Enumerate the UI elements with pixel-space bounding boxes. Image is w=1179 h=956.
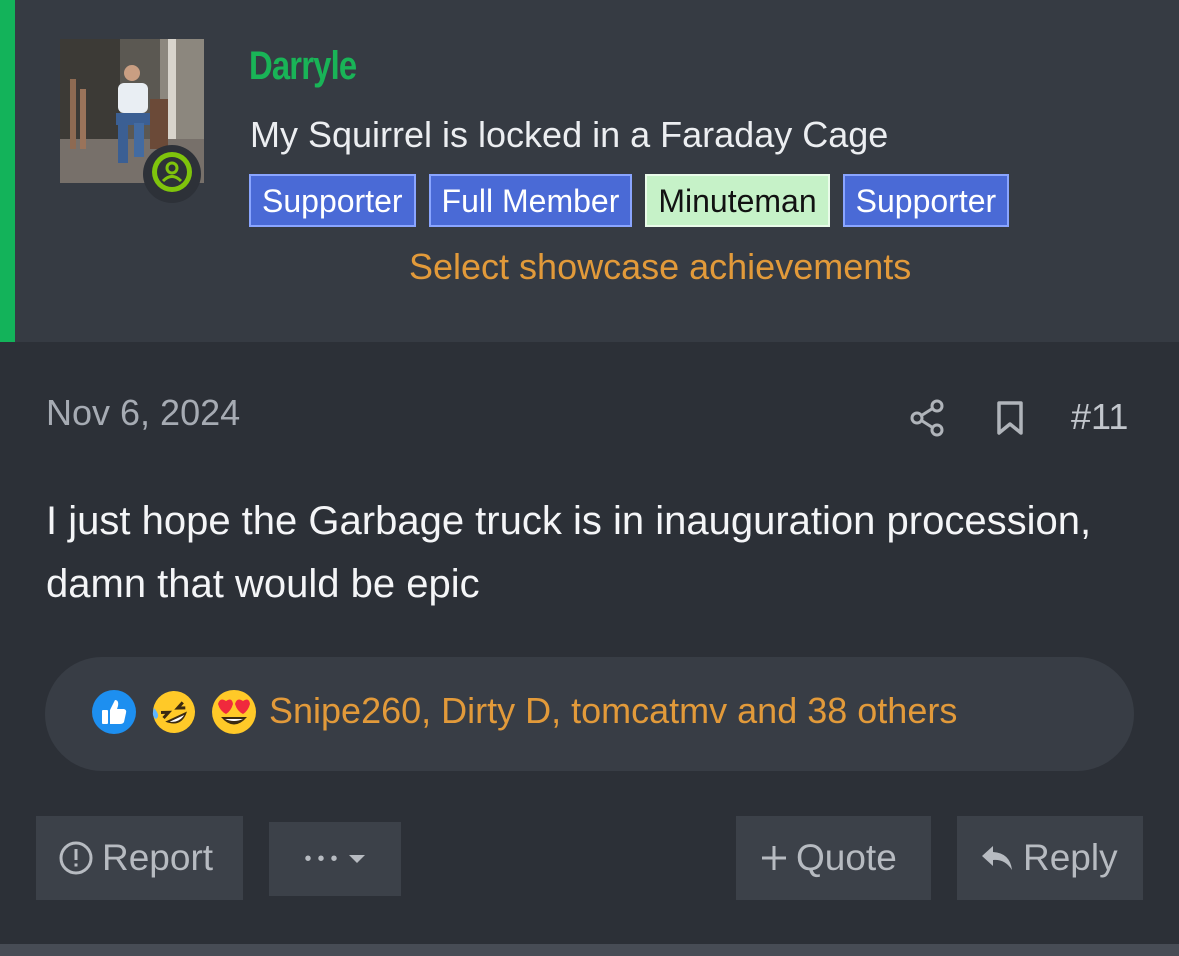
user-banners: Supporter Full Member Minuteman Supporte…: [249, 174, 1010, 227]
quote-label: Quote: [796, 837, 897, 878]
rofl-emoji-icon: [150, 688, 210, 736]
online-status-badge: [143, 145, 201, 203]
plus-icon: [760, 844, 788, 872]
heart-eyes-emoji-icon: [210, 688, 270, 736]
post-date[interactable]: Nov 6, 2024: [46, 392, 240, 434]
post-number[interactable]: #11: [1071, 396, 1128, 438]
banner-supporter: Supporter: [249, 174, 416, 227]
reaction-icons: [90, 688, 270, 736]
report-label: Report: [102, 837, 214, 878]
more-label: •••: [304, 847, 344, 870]
bookmark-icon[interactable]: [995, 400, 1025, 441]
select-showcase-link[interactable]: Select showcase achievements: [409, 246, 911, 288]
bottom-divider: [0, 944, 1179, 956]
reply-button[interactable]: Reply: [957, 816, 1143, 900]
caret-down-icon: [348, 853, 366, 865]
banner-minuteman: Minuteman: [645, 174, 830, 227]
accent-bar: [0, 0, 15, 342]
user-title: My Squirrel is locked in a Faraday Cage: [250, 114, 889, 155]
quote-button[interactable]: Quote: [736, 816, 931, 900]
username[interactable]: Darryle: [249, 44, 357, 89]
post-body: I just hope the Garbage truck is in inau…: [46, 499, 1092, 606]
alert-circle-icon: [58, 840, 94, 876]
more-options-button[interactable]: •••: [269, 822, 401, 896]
report-button[interactable]: Report: [36, 816, 243, 900]
banner-full-member: Full Member: [428, 174, 633, 227]
user-circle-icon: [150, 150, 194, 199]
reaction-users-link[interactable]: Snipe260, Dirty D, tomcatmv and 38 other…: [269, 690, 957, 732]
like-icon: [90, 688, 150, 736]
reply-arrow-icon: [979, 842, 1015, 874]
reply-label: Reply: [1023, 837, 1118, 878]
share-icon[interactable]: [908, 398, 948, 443]
banner-supporter-2: Supporter: [842, 174, 1010, 227]
